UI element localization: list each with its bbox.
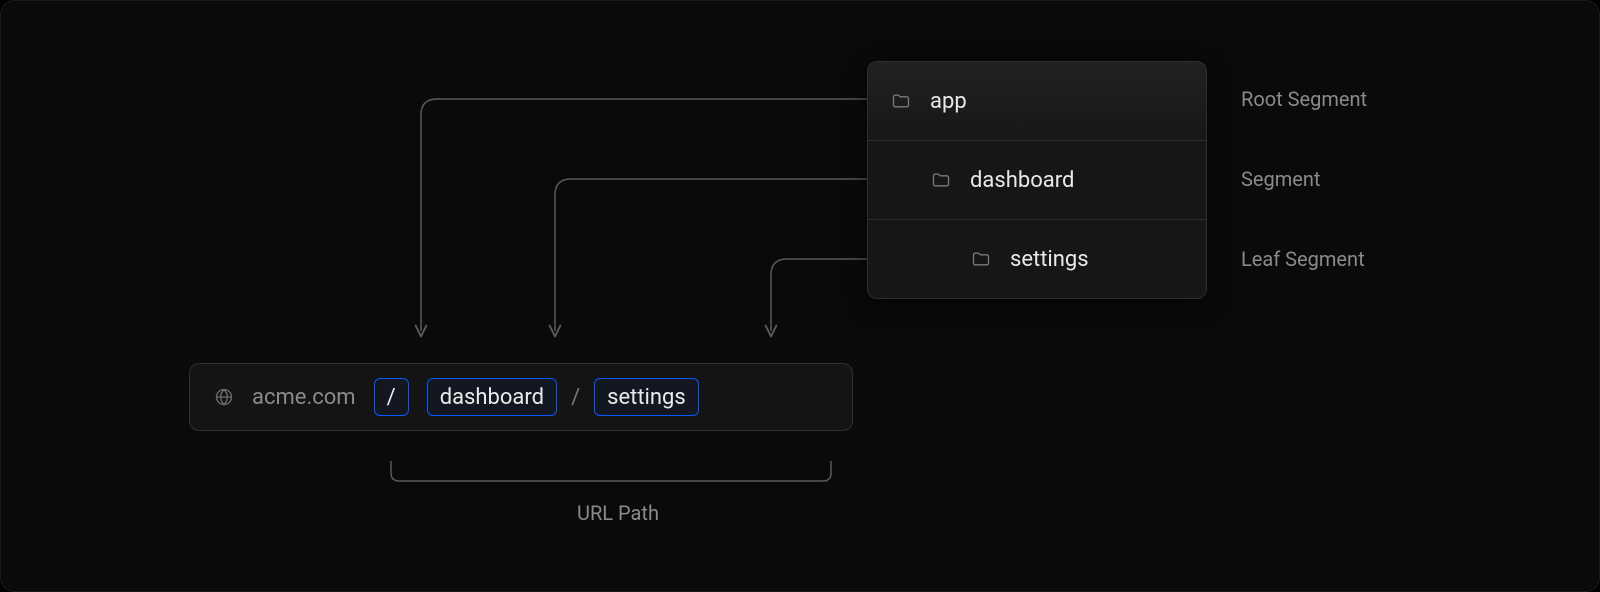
tree-row-app: app [868, 62, 1206, 140]
tree-row-dashboard: dashboard [868, 140, 1206, 219]
globe-icon [214, 387, 234, 407]
slash-separator: / [557, 385, 594, 410]
tree-row-settings: settings [868, 219, 1206, 298]
diagram-canvas: app dashboard settings Root Segment Segm… [0, 0, 1600, 592]
url-segment-settings: settings [594, 378, 699, 416]
segment-type-root: Root Segment [1241, 87, 1367, 111]
folder-icon [970, 248, 992, 270]
segment-type-leaf: Leaf Segment [1241, 247, 1365, 271]
folder-icon [890, 90, 912, 112]
folder-tree: app dashboard settings [867, 61, 1207, 299]
url-bar: acme.com / dashboard / settings [189, 363, 853, 431]
url-path-label: URL Path [577, 501, 659, 525]
arrow-app-to-root [421, 99, 867, 331]
folder-icon [930, 169, 952, 191]
url-path-bracket [391, 461, 831, 481]
tree-item-name: settings [1010, 247, 1089, 272]
arrow-settings [771, 259, 867, 331]
url-domain: acme.com [252, 385, 356, 410]
url-segment-root: / [374, 378, 409, 416]
url-segment-dashboard: dashboard [427, 378, 557, 416]
segment-type-mid: Segment [1241, 167, 1320, 191]
arrow-dashboard [555, 179, 867, 331]
tree-item-name: app [930, 89, 967, 114]
tree-item-name: dashboard [970, 168, 1074, 193]
